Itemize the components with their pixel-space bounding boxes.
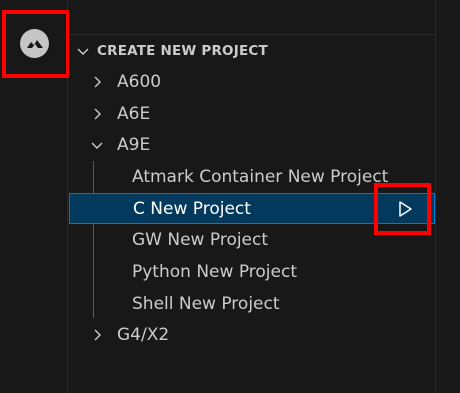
- tree-item-gw-new-project[interactable]: GW New Project: [69, 224, 435, 255]
- chevron-right-icon: [94, 329, 101, 340]
- tree-item-label: Python New Project: [132, 261, 297, 282]
- tree-item-label: C New Project: [133, 198, 251, 219]
- atmark-dev-icon[interactable]: [20, 29, 49, 58]
- tree-item-python-new-project[interactable]: Python New Project: [69, 256, 435, 287]
- activity-bar: [0, 0, 68, 393]
- tree-item-label: A600: [117, 71, 162, 92]
- run-icon: [399, 201, 412, 217]
- chevron-down-icon: [91, 142, 103, 149]
- chevron-right-icon: [94, 108, 101, 119]
- section-title: CREATE NEW PROJECT: [97, 43, 268, 59]
- tree-item-a600[interactable]: A600: [69, 66, 435, 97]
- tree-item-atmark-container-new-project[interactable]: Atmark Container New Project: [69, 161, 435, 192]
- run-button[interactable]: [388, 197, 422, 221]
- tree-item-c-new-project[interactable]: C New Project: [69, 193, 435, 224]
- chevron-right-icon: [94, 76, 101, 87]
- chevron-down-icon: [77, 48, 89, 55]
- tree-item-label: A6E: [117, 103, 151, 124]
- tree-item-g4-x2[interactable]: G4/X2: [69, 319, 435, 350]
- tree-item-label: Shell New Project: [132, 293, 280, 314]
- divider: [435, 0, 436, 393]
- tree-item-label: G4/X2: [117, 324, 170, 345]
- tree-item-label: Atmark Container New Project: [132, 166, 389, 187]
- tree-item-label: A9E: [117, 134, 151, 155]
- tree-item-a9e[interactable]: A9E: [69, 129, 435, 160]
- tree-item-a6e[interactable]: A6E: [69, 98, 435, 129]
- divider: [69, 34, 435, 35]
- section-header-create-new-project[interactable]: CREATE NEW PROJECT: [69, 38, 435, 64]
- tree-item-label: GW New Project: [132, 229, 269, 250]
- sidebar: CREATE NEW PROJECT A600 A6E A9E Atmark C…: [69, 0, 435, 393]
- tree-item-shell-new-project[interactable]: Shell New Project: [69, 288, 435, 319]
